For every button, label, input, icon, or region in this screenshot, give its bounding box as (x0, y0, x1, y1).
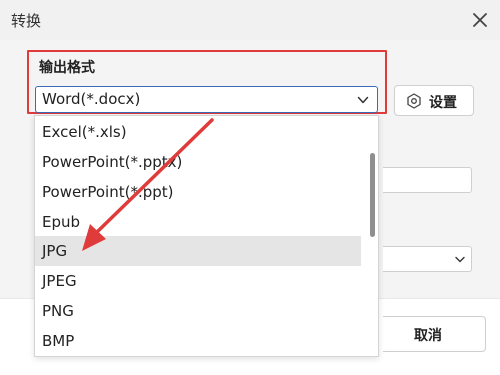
title-bar: 转换 (0, 0, 500, 41)
output-format-select[interactable]: Word(*.docx) (35, 86, 378, 113)
background-input-field[interactable] (383, 167, 472, 193)
background-select-field[interactable] (383, 246, 472, 272)
option-epub[interactable]: Epub (35, 207, 361, 237)
option-powerpoint-ppt[interactable]: PowerPoint(*.ppt) (35, 177, 361, 207)
chevron-down-icon (357, 96, 369, 104)
option-png[interactable]: PNG (35, 296, 361, 326)
cancel-button[interactable]: 取消 (383, 316, 486, 352)
chevron-down-icon (455, 256, 465, 263)
settings-button[interactable]: 设置 (394, 85, 474, 116)
option-powerpoint-pptx[interactable]: PowerPoint(*.pptx) (35, 147, 361, 177)
dropdown-scrollbar[interactable] (370, 153, 375, 237)
convert-dialog: 转换 输出格式 Word(*.docx) 设置 取消 Excel(*.xls) (0, 0, 500, 375)
dialog-title: 转换 (11, 12, 42, 30)
cancel-label: 取消 (414, 328, 442, 344)
output-format-selected-value: Word(*.docx) (42, 90, 141, 108)
close-icon (473, 13, 487, 27)
output-format-label: 输出格式 (39, 60, 95, 76)
option-excel-xls[interactable]: Excel(*.xls) (35, 117, 361, 147)
close-button[interactable] (468, 8, 492, 32)
option-jpg[interactable]: JPG (35, 236, 361, 266)
option-jpeg[interactable]: JPEG (35, 266, 361, 296)
option-bmp[interactable]: BMP (35, 326, 361, 356)
format-dropdown-list: Excel(*.xls) PowerPoint(*.pptx) PowerPoi… (34, 115, 379, 357)
settings-label: 设置 (429, 95, 457, 111)
gear-icon (407, 93, 421, 109)
